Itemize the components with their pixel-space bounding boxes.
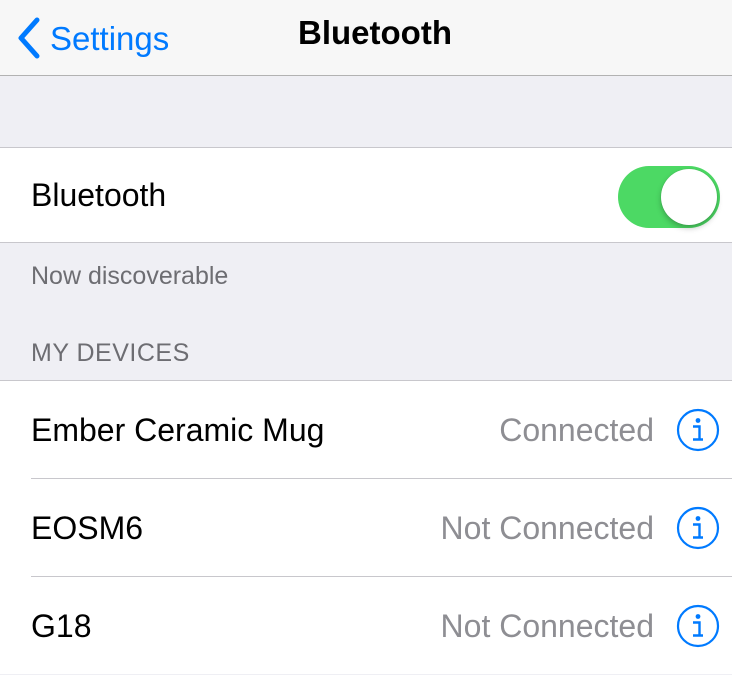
device-status: Not Connected (440, 510, 654, 546)
device-row-eosm6[interactable]: EOSM6 Not Connected (0, 479, 732, 577)
info-icon[interactable] (676, 408, 720, 452)
device-row-ember-ceramic-mug[interactable]: Ember Ceramic Mug Connected (0, 381, 732, 479)
discoverable-note: Now discoverable (31, 262, 229, 290)
bluetooth-toggle[interactable] (618, 166, 720, 228)
info-icon[interactable] (676, 506, 720, 550)
device-status: Connected (499, 412, 654, 448)
device-name: Ember Ceramic Mug (31, 412, 325, 448)
device-status: Not Connected (440, 608, 654, 644)
navigation-bar: Settings Bluetooth (0, 0, 732, 76)
device-name: G18 (31, 608, 92, 644)
device-row-g18[interactable]: G18 Not Connected (0, 577, 732, 675)
toggle-knob (661, 169, 717, 225)
device-list: Ember Ceramic Mug Connected EOSM6 Not Co… (0, 380, 732, 674)
info-icon[interactable] (676, 604, 720, 648)
bluetooth-row: Bluetooth (0, 147, 732, 243)
my-devices-header: MY DEVICES (31, 339, 190, 367)
page-title: Bluetooth (298, 14, 452, 51)
device-name: EOSM6 (31, 510, 144, 546)
bluetooth-label: Bluetooth (31, 177, 167, 213)
